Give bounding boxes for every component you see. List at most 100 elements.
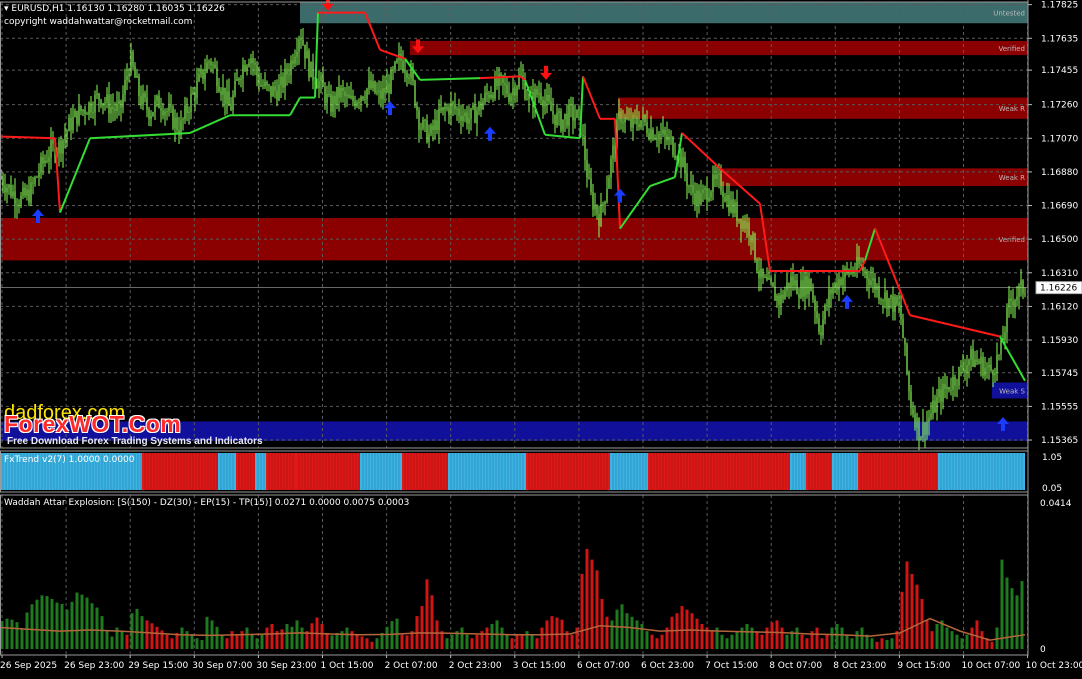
price-tick-label: 1.16690 xyxy=(1041,202,1078,212)
time-tick-label: 30 Sep 07:00 xyxy=(192,661,252,671)
candle-body xyxy=(906,344,908,373)
fxtrend-tick-min: 0.05 xyxy=(1042,484,1062,494)
histogram-bar xyxy=(745,623,749,649)
candle-body xyxy=(1008,298,1010,308)
candle-body xyxy=(434,120,436,130)
histogram-bar xyxy=(515,634,519,649)
histogram-bar xyxy=(330,635,334,649)
candle-body xyxy=(840,279,842,286)
candle-body xyxy=(996,354,998,374)
histogram-bar xyxy=(555,617,559,649)
price-chart-svg[interactable]: Untested Verified Weak R Weak R Verified Weak… xyxy=(0,0,1082,675)
candle-body xyxy=(644,115,646,123)
candle-body xyxy=(512,88,514,96)
zone-label: Weak R xyxy=(999,105,1025,113)
candle-body xyxy=(342,87,344,92)
candle-body xyxy=(436,120,438,131)
histogram-bar xyxy=(785,634,789,649)
time-tick-label: 1 Oct 15:00 xyxy=(321,661,374,671)
candle-body xyxy=(492,94,494,99)
candle-body xyxy=(686,173,688,187)
candle-body xyxy=(582,134,584,136)
candle-body xyxy=(598,213,600,226)
candle-body xyxy=(334,95,336,105)
candle-body xyxy=(252,58,254,64)
candle-body xyxy=(42,156,44,164)
histogram-bar xyxy=(660,634,664,649)
histogram-bar xyxy=(205,616,209,649)
candle-body xyxy=(892,295,894,312)
price-tick-label: 1.17635 xyxy=(1041,34,1078,44)
histogram-bar xyxy=(695,618,699,649)
candle-body xyxy=(236,78,238,81)
candle-body xyxy=(470,108,472,119)
candle-body xyxy=(696,190,698,206)
candle-body xyxy=(262,85,264,87)
candle-body xyxy=(118,100,120,105)
candle-body xyxy=(446,107,448,110)
candle-body xyxy=(296,51,298,57)
candle-body xyxy=(726,195,728,202)
candle-body xyxy=(244,65,246,71)
histogram-bar xyxy=(860,627,864,649)
histogram-bar xyxy=(900,591,904,649)
candle-body xyxy=(140,96,142,105)
histogram-bar xyxy=(920,598,924,649)
candle-body xyxy=(794,280,796,286)
candle-body xyxy=(640,120,642,128)
candle-body xyxy=(710,191,712,198)
candle-body xyxy=(324,86,326,103)
candle-body xyxy=(198,74,200,81)
candle-body xyxy=(440,108,442,111)
histogram-bar xyxy=(290,626,294,649)
candle-body xyxy=(880,299,882,301)
candle-body xyxy=(632,115,634,128)
candle-body xyxy=(134,66,136,78)
candle-body xyxy=(110,106,112,114)
candle-body xyxy=(500,73,502,76)
candle-body xyxy=(858,256,860,265)
candle-body xyxy=(574,117,576,121)
candle-body xyxy=(778,295,780,305)
fxtrend-bars xyxy=(0,453,1025,490)
candle-body xyxy=(316,85,318,89)
fxtrend-segment xyxy=(648,453,790,490)
candle-body xyxy=(564,113,566,120)
histogram-bar xyxy=(505,634,509,649)
candle-body xyxy=(620,111,622,123)
candle-body xyxy=(748,222,750,236)
candle-body xyxy=(100,99,102,106)
fxtrend-segment xyxy=(938,453,1025,490)
histogram-bar xyxy=(475,634,479,649)
candle-body xyxy=(986,367,988,369)
candle-body xyxy=(830,289,832,294)
candle-body xyxy=(760,268,762,278)
histogram-bar xyxy=(265,627,269,649)
candle-body xyxy=(172,107,174,129)
candle-body xyxy=(280,76,282,85)
time-tick-label: 26 Sep 2025 xyxy=(0,661,57,671)
candle-body xyxy=(486,92,488,95)
histogram-bar xyxy=(425,579,429,649)
histogram-bar xyxy=(445,638,449,649)
candle-body xyxy=(774,286,776,301)
chart-window: Untested Verified Weak R Weak R Verified Weak… xyxy=(0,0,1082,675)
fxtrend-segment xyxy=(255,453,266,490)
candle-body xyxy=(510,95,512,102)
candle-body xyxy=(982,357,984,376)
candle-body xyxy=(474,105,476,123)
candle-body xyxy=(30,182,32,203)
copyright-text: copyright waddahwattar@rocketmail.com xyxy=(4,17,193,27)
candle-body xyxy=(798,294,800,298)
candle-body xyxy=(266,81,268,85)
trend-segment xyxy=(479,75,521,80)
candle-body xyxy=(964,369,966,373)
histogram-bar xyxy=(780,627,784,649)
price-tick-label: 1.16880 xyxy=(1041,168,1078,178)
candle-body xyxy=(124,79,126,95)
histogram-bar xyxy=(125,634,129,649)
candle-body xyxy=(330,94,332,112)
candle-body xyxy=(48,157,50,162)
candle-body xyxy=(432,125,434,130)
candle-body xyxy=(820,332,822,336)
